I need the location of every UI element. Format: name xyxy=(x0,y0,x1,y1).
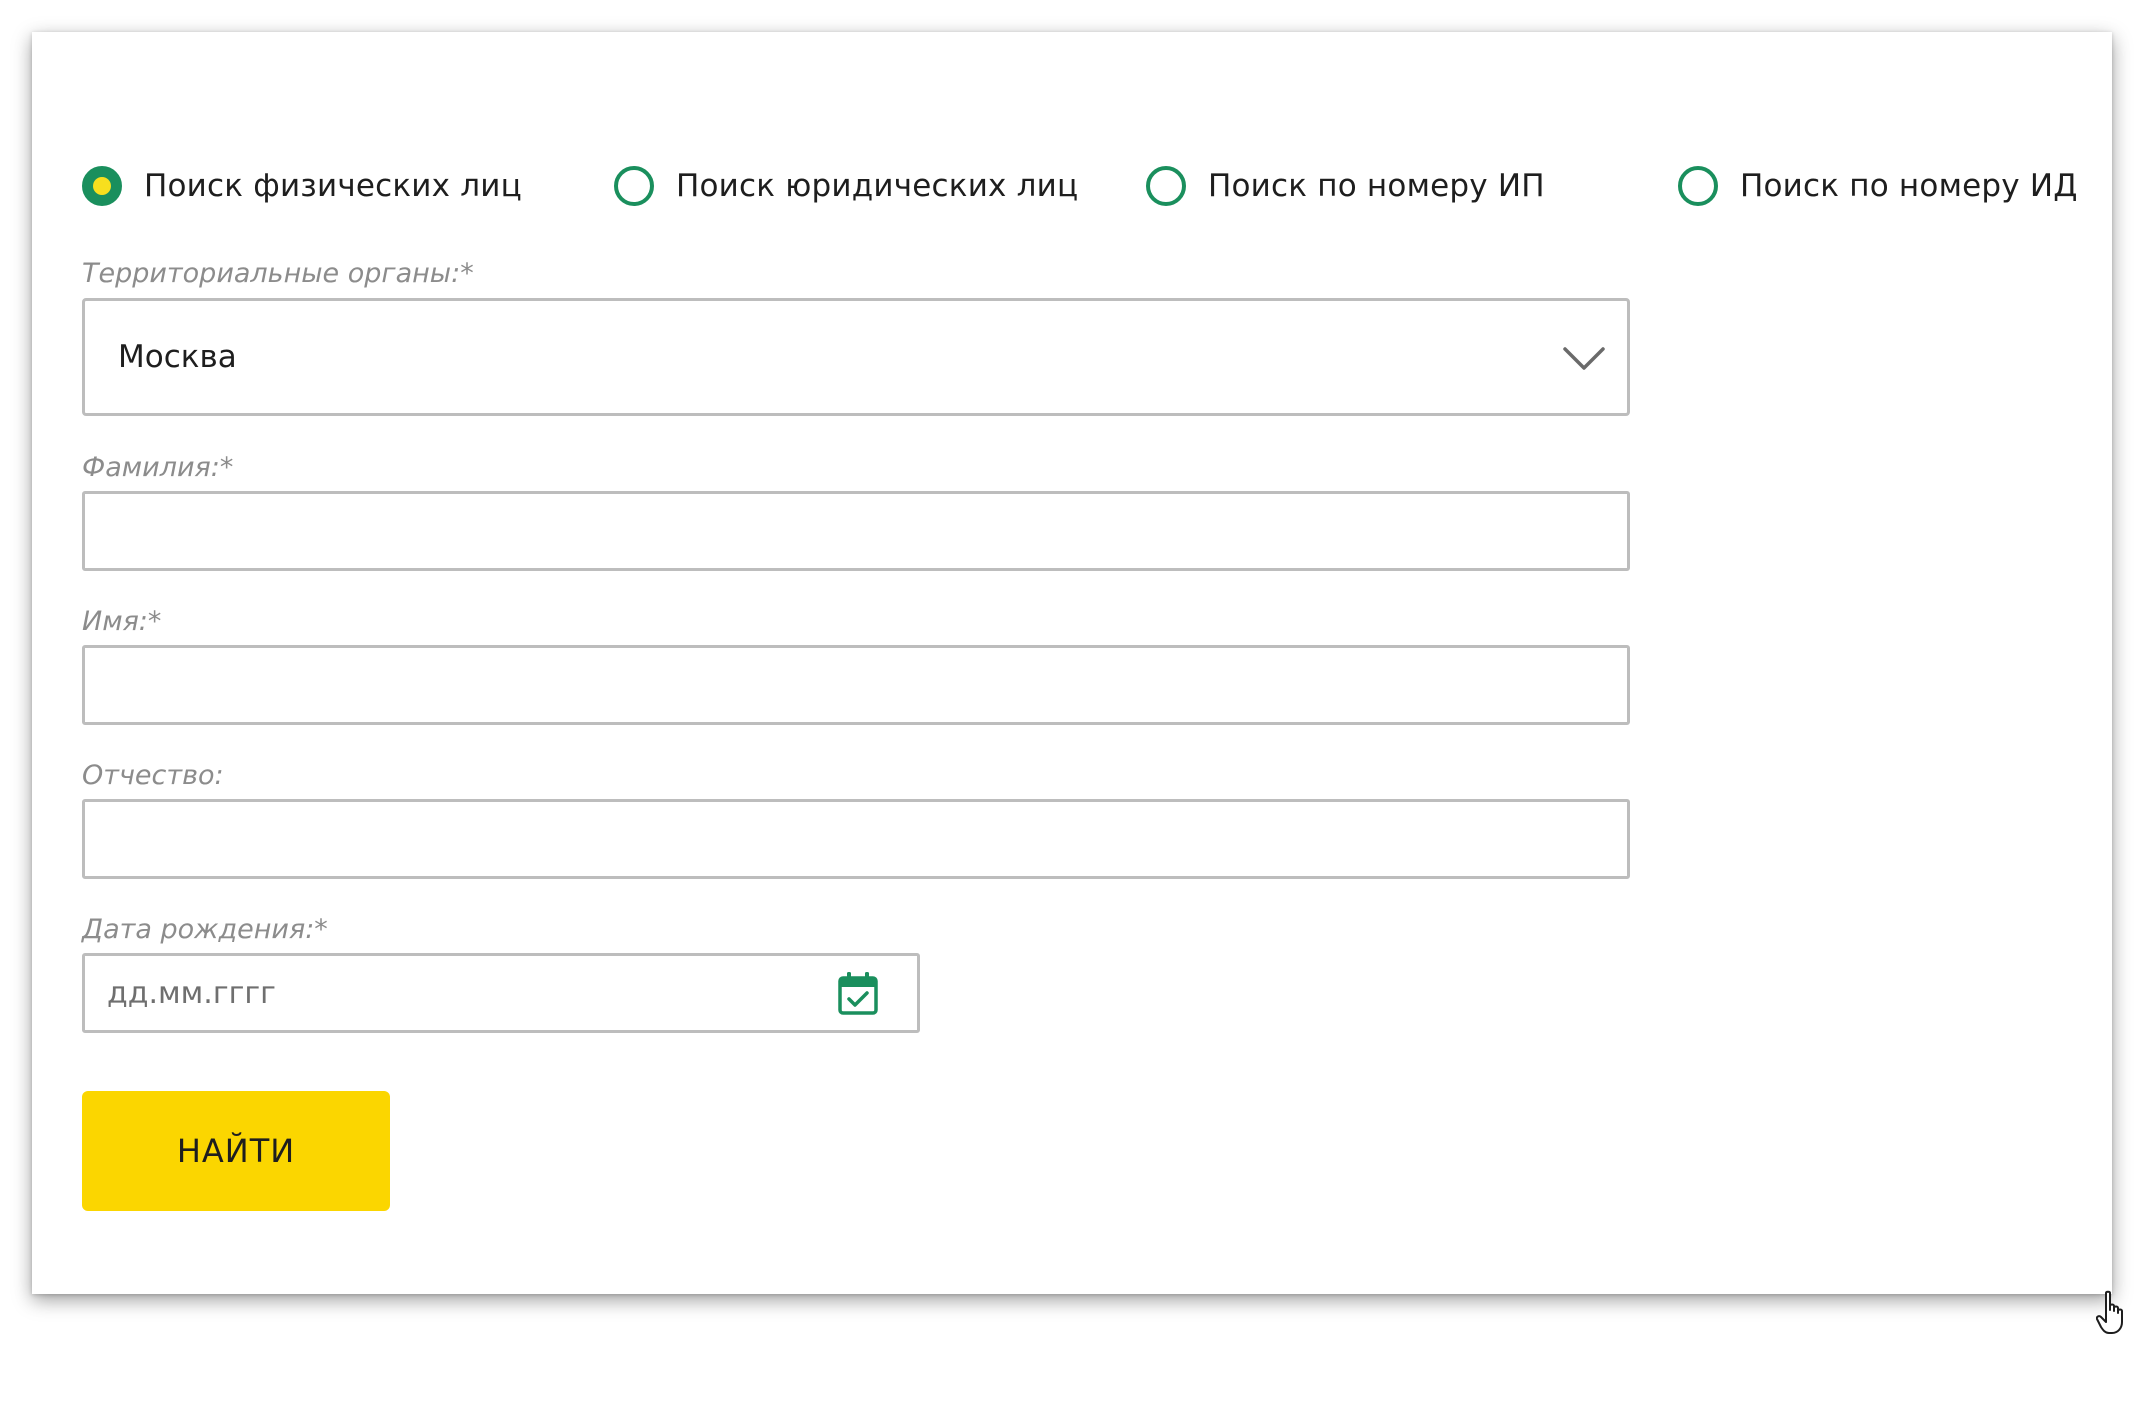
radio-checked-icon[interactable] xyxy=(82,166,122,206)
birth-date-field xyxy=(82,953,920,1033)
region-label: Территориальные органы:* xyxy=(82,258,474,289)
last-name-label: Фамилия:* xyxy=(82,452,234,483)
first-name-input[interactable] xyxy=(82,645,1630,725)
radio-search-by-ip-number[interactable]: Поиск по номеру ИП xyxy=(1146,128,1545,244)
radio-label: Поиск физических лиц xyxy=(144,168,522,204)
radio-label: Поиск юридических лиц xyxy=(676,168,1079,204)
radio-unchecked-icon[interactable] xyxy=(1678,166,1718,206)
radio-label: Поиск по номеру ИП xyxy=(1208,168,1545,204)
region-select[interactable]: Москва xyxy=(82,298,1630,416)
radio-unchecked-icon[interactable] xyxy=(614,166,654,206)
radio-unchecked-icon[interactable] xyxy=(1146,166,1186,206)
patronymic-label: Отчество: xyxy=(82,760,224,791)
radio-search-by-id-number[interactable]: Поиск по номеру ИД xyxy=(1678,128,2078,244)
first-name-label: Имя:* xyxy=(82,606,162,637)
last-name-input[interactable] xyxy=(82,491,1630,571)
find-button[interactable]: НАЙТИ xyxy=(82,1091,390,1211)
search-form-card: Поиск физических лиц Поиск юридических л… xyxy=(32,32,2112,1294)
region-select-value: Москва xyxy=(118,339,237,375)
radio-search-individuals[interactable]: Поиск физических лиц xyxy=(82,128,522,244)
hand-cursor-icon xyxy=(2096,1290,2123,1334)
calendar-check-icon[interactable] xyxy=(837,971,879,1017)
radio-label: Поиск по номеру ИД xyxy=(1740,168,2078,204)
radio-search-legal-entities[interactable]: Поиск юридических лиц xyxy=(614,128,1078,244)
search-mode-group: Поиск физических лиц Поиск юридических л… xyxy=(32,128,2112,244)
birth-date-input[interactable] xyxy=(85,956,825,1030)
birth-date-label: Дата рождения:* xyxy=(82,914,328,945)
patronymic-input[interactable] xyxy=(82,799,1630,879)
chevron-down-icon[interactable] xyxy=(1561,337,1607,377)
